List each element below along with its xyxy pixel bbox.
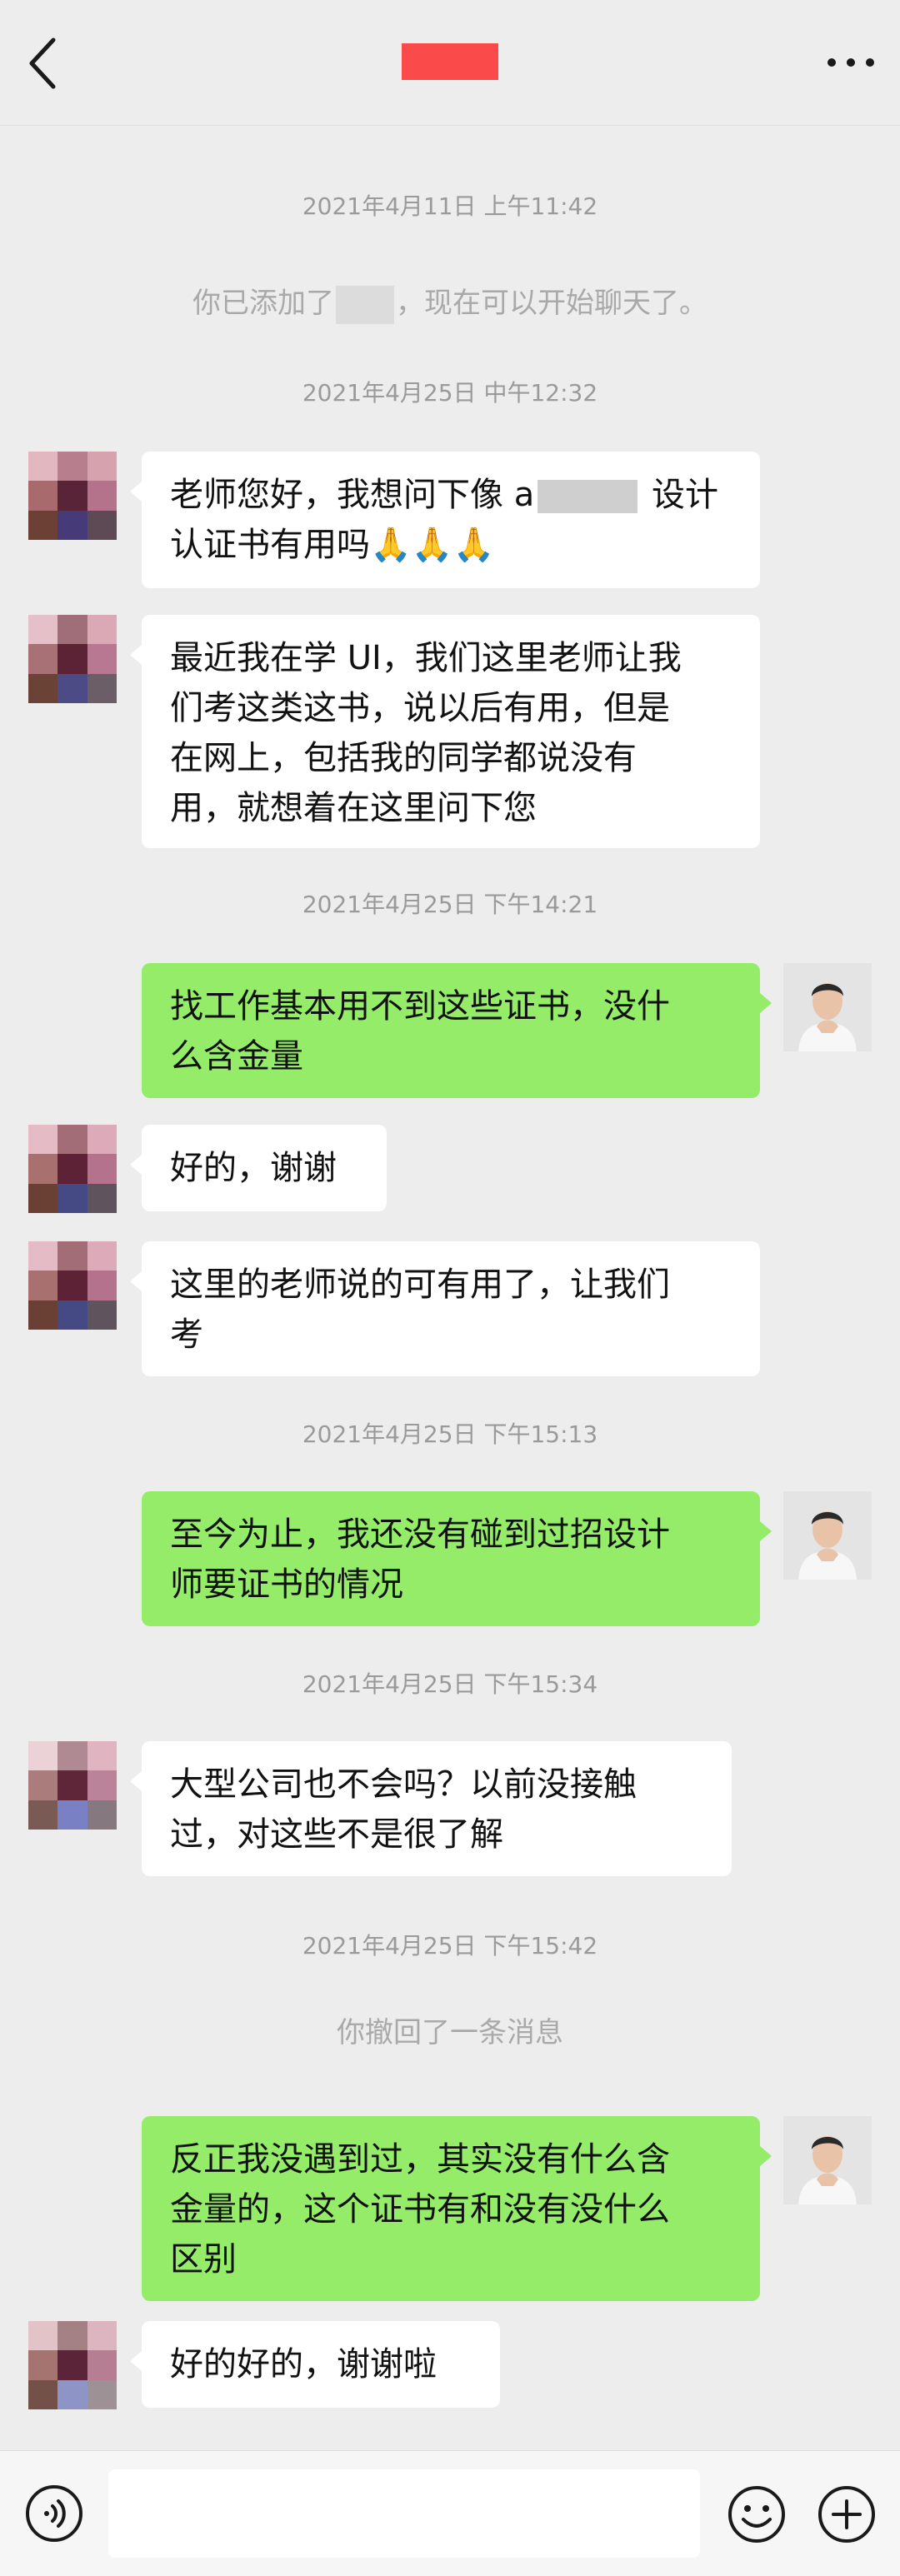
user-photo-icon	[783, 1491, 872, 1580]
message-bubble-outgoing[interactable]: 反正我没遇到过，其实没有什么含 金量的，这个证书有和没有没什么 区别	[142, 2116, 772, 2301]
timestamp: 2021年4月25日 下午14:21	[302, 891, 598, 918]
contact-avatar[interactable]	[28, 615, 117, 703]
contact-avatar[interactable]	[28, 1741, 117, 1830]
chat-history[interactable]: 2021年4月11日 上午11:42 你已添加了 ，现在可以开始聊天了。 2021…	[0, 125, 900, 2450]
more-functions-button[interactable]	[817, 2484, 877, 2544]
contact-name-redacted	[402, 43, 498, 80]
timestamp: 2021年4月25日 下午15:13	[302, 1420, 598, 1448]
message-bubble-incoming[interactable]: 好的，谢谢	[130, 1125, 387, 1211]
emoji-icon	[728, 2486, 785, 2543]
contact-avatar[interactable]	[28, 452, 117, 540]
plus-icon	[818, 2486, 875, 2543]
message-text: 老师您好，我想问下像 a	[170, 476, 535, 514]
back-button[interactable]	[20, 30, 70, 97]
my-avatar[interactable]	[783, 2116, 872, 2204]
timestamp: 2021年4月25日 下午15:42	[302, 1932, 598, 1959]
my-avatar[interactable]	[783, 963, 872, 1051]
timestamp: 2021年4月25日 下午15:34	[302, 1670, 598, 1698]
system-text-suffix: ，现在可以开始聊天了。	[396, 287, 708, 320]
message-bubble-outgoing[interactable]: 至今为止，我还没有碰到过招设计 师要证书的情况	[142, 1491, 772, 1626]
message-bubble-incoming[interactable]: 老师您好，我想问下像 a 设计 认证书有用吗🙏🙏🙏	[130, 452, 760, 588]
pixelated-avatar	[28, 452, 117, 540]
contact-avatar[interactable]	[28, 2321, 117, 2409]
pixelated-avatar	[28, 1241, 117, 1330]
user-photo-icon	[783, 963, 872, 1051]
pixelated-avatar	[28, 2321, 117, 2409]
message-bubble-incoming[interactable]: 这里的老师说的可有用了，让我们 考	[130, 1241, 760, 1376]
chat-header	[0, 0, 900, 126]
pixelated-avatar	[28, 1741, 117, 1830]
contact-avatar[interactable]	[28, 1125, 117, 1213]
voice-icon	[26, 2485, 82, 2542]
contact-avatar[interactable]	[28, 1241, 117, 1330]
pixelated-avatar	[28, 615, 117, 703]
message-bubble-incoming[interactable]: 好的好的，谢谢啦	[130, 2321, 500, 2408]
message-bubble-incoming[interactable]: 大型公司也不会吗？以前没接触 过，对这些不是很了解	[130, 1741, 732, 1876]
emoji-button[interactable]	[727, 2484, 787, 2544]
system-text-prefix: 你已添加了	[192, 287, 334, 320]
redacted-text	[538, 480, 638, 513]
timestamp: 2021年4月11日 上午11:42	[302, 192, 598, 220]
message-input[interactable]	[108, 2469, 700, 2558]
redacted-name	[336, 285, 394, 324]
voice-button[interactable]	[25, 2484, 83, 2543]
timestamp: 2021年4月25日 中午12:32	[302, 379, 598, 407]
system-message-recall: 你撤回了一条消息	[337, 2016, 563, 2049]
message-bubble-outgoing[interactable]: 找工作基本用不到这些证书，没什 么含金量	[142, 963, 772, 1098]
chevron-left-icon	[29, 37, 56, 89]
input-bar	[0, 2450, 900, 2576]
system-message: 你已添加了 ，现在可以开始聊天了。	[0, 285, 900, 324]
my-avatar[interactable]	[783, 1491, 872, 1580]
message-bubble-incoming[interactable]: 最近我在学 UI，我们这里老师让我 们考这类这书，说以后有用，但是 在网上，包括…	[130, 615, 760, 848]
pixelated-avatar	[28, 1125, 117, 1213]
user-photo-icon	[783, 2116, 872, 2204]
more-button[interactable]	[822, 42, 880, 83]
more-dots-icon	[828, 58, 874, 67]
